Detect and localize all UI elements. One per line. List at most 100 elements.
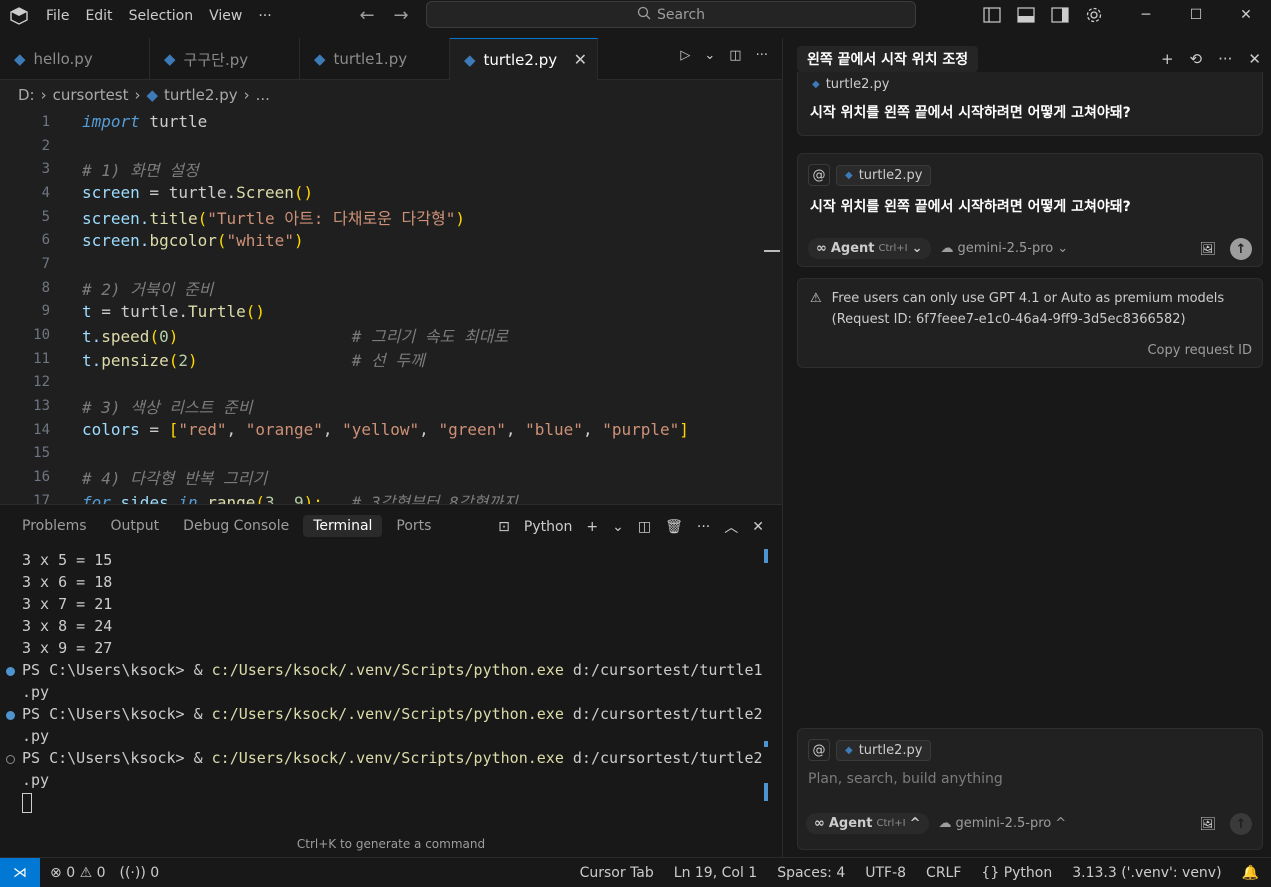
tab-gugudan-py[interactable]: ◆ 구구단.py [150, 38, 300, 80]
tab-turtle2-py[interactable]: ◆ turtle2.py ✕ [450, 38, 598, 80]
close-tab-icon[interactable]: ✕ [574, 50, 587, 69]
image-attach-icon[interactable]: 🖼 [1199, 242, 1216, 257]
back-arrow-icon[interactable]: ← [356, 4, 378, 26]
agent-mode-selector[interactable]: ∞ Agent Ctrl+I ⌄ [808, 238, 931, 259]
breadcrumb-file[interactable]: turtle2.py [164, 86, 238, 104]
line-number: 16 [33, 469, 50, 486]
tab-hello-py[interactable]: ◆ hello.py [0, 38, 150, 80]
image-attach-icon[interactable]: 🖼 [1199, 817, 1216, 832]
code-line: 6 screen.bgcolor("white") [0, 228, 782, 252]
tab-turtle1-py[interactable]: ◆ turtle1.py [300, 38, 450, 80]
toggle-secondary-sidebar-icon[interactable] [1048, 4, 1072, 26]
copy-request-id-button[interactable]: Copy request ID [1147, 343, 1252, 358]
terminal-output[interactable]: 3 x 5 = 15 3 x 6 = 18 3 x 7 = 21 3 x 8 =… [6, 551, 763, 815]
ports-status[interactable]: ((·)) 0 [120, 865, 160, 881]
menu-selection[interactable]: Selection [121, 8, 202, 24]
tab-terminal[interactable]: Terminal [303, 515, 383, 537]
menu-edit[interactable]: Edit [77, 8, 120, 24]
terminal-dropdown-chevron-icon[interactable]: ⌄ [612, 519, 624, 535]
code-line: 12 [0, 371, 782, 395]
send-arrow-up-icon[interactable]: ↑ [1230, 238, 1252, 260]
python-interpreter[interactable]: 3.13.3 ('.venv': venv) [1072, 865, 1221, 881]
forward-arrow-icon[interactable]: → [390, 4, 412, 26]
code-editor[interactable]: 1 import turtle 2 3 # 1) 화면 설정 4 screen = t… [0, 110, 782, 504]
file-context-chip[interactable]: ◆ turtle2.py [808, 77, 893, 92]
tab-debug-console[interactable]: Debug Console [173, 515, 299, 537]
language-label: Python [1003, 864, 1053, 881]
file-context-chip[interactable]: ◆ turtle2.py [836, 739, 932, 761]
code-text: = turtle. [91, 301, 188, 321]
code-variable: screen [82, 183, 140, 203]
chip-label: turtle2.py [858, 167, 923, 183]
model-selector[interactable]: ☁ gemini-2.5-pro ^ [939, 816, 1067, 831]
editor-tabs: ◆ hello.py ◆ 구구단.py ◆ turtle1.py ◆ turtl… [0, 38, 782, 80]
panel-tabs: Problems Output Debug Console Terminal P… [12, 515, 441, 537]
send-arrow-up-icon[interactable]: ↑ [1230, 813, 1252, 835]
toggle-primary-sidebar-icon[interactable] [980, 4, 1004, 26]
more-actions-icon[interactable]: ··· [697, 519, 710, 535]
mention-button[interactable]: @ [808, 739, 830, 761]
terminal-shell-label[interactable]: Python [524, 519, 573, 535]
breadcrumb-more[interactable]: ... [256, 86, 270, 104]
remote-connection-icon[interactable]: ⋊ [0, 857, 40, 887]
close-panel-icon[interactable]: ✕ [752, 519, 764, 535]
command-success-dot-icon[interactable] [6, 667, 15, 676]
comment: # 4) 다각형 반복 그리기 [82, 469, 268, 489]
chat-input-box[interactable]: @ ◆ turtle2.py Plan, search, build anythi… [797, 728, 1263, 850]
history-icon[interactable]: ⟲ [1190, 50, 1203, 68]
cursor-tab-status[interactable]: Cursor Tab [580, 865, 654, 881]
tab-ports[interactable]: Ports [386, 515, 441, 537]
chat-message-edit[interactable]: @ ◆ turtle2.py 시작 위치를 왼쪽 끝에서 시작하려면 어떻게 고쳐… [797, 153, 1263, 267]
language-mode[interactable]: {} Python [981, 865, 1052, 881]
breadcrumb-drive[interactable]: D: [18, 86, 35, 104]
more-actions-icon[interactable]: ··· [1218, 50, 1232, 68]
line-number: 6 [41, 232, 50, 249]
python-file-icon: ◆ [164, 50, 176, 68]
more-actions-icon[interactable]: ··· [756, 48, 768, 63]
code-number: 0 [159, 327, 169, 347]
menu-file[interactable]: File [38, 8, 77, 24]
close-sidebar-icon[interactable]: ✕ [1248, 50, 1261, 68]
settings-gear-icon[interactable] [1082, 4, 1106, 26]
problems-status[interactable]: ⊗ 0 ⚠ 0 [50, 865, 106, 881]
search-box[interactable]: Search [426, 1, 916, 28]
terminal-arg: d:/cursortest/turtle1 [563, 661, 763, 679]
chat-input-placeholder[interactable]: Plan, search, build anything [808, 771, 1003, 787]
python-file-icon: ◆ [14, 50, 26, 68]
run-dropdown-chevron-icon[interactable]: ⌄ [704, 48, 715, 63]
close-window-icon[interactable]: ✕ [1221, 0, 1271, 30]
mention-button[interactable]: @ [808, 164, 830, 186]
chat-title[interactable]: 왼쪽 끝에서 시작 위치 조정 [797, 46, 979, 72]
maximize-panel-chevron-up-icon[interactable]: ︿ [724, 517, 738, 537]
file-context-chip[interactable]: ◆ turtle2.py [836, 164, 932, 186]
terminal-line: 3 x 6 = 18 [22, 573, 113, 591]
kill-terminal-trash-icon[interactable]: 🗑 [665, 519, 683, 535]
command-success-dot-icon[interactable] [6, 711, 15, 720]
maximize-icon[interactable]: ☐ [1171, 0, 1221, 30]
command-running-dot-icon[interactable] [6, 755, 15, 764]
agent-mode-selector[interactable]: ∞ Agent Ctrl+I ^ [806, 813, 929, 834]
menu-more[interactable]: ··· [250, 8, 279, 24]
chat-message-previous[interactable]: ◆ turtle2.py 시작 위치를 왼쪽 끝에서 시작하려면 어떻게 고쳐야돼… [797, 72, 1263, 136]
encoding-status[interactable]: UTF-8 [865, 865, 906, 881]
minimize-icon[interactable]: ─ [1121, 0, 1171, 30]
breadcrumb-folder[interactable]: cursortest [53, 86, 129, 104]
breadcrumb: D: › cursortest › ◆ turtle2.py › ... [18, 86, 270, 104]
run-python-icon[interactable]: ▷ [680, 48, 690, 63]
eol-status[interactable]: CRLF [926, 865, 961, 881]
model-selector[interactable]: ☁ gemini-2.5-pro ⌄ [941, 241, 1069, 256]
new-terminal-plus-icon[interactable]: + [586, 519, 598, 535]
split-terminal-icon[interactable]: ◫ [638, 519, 651, 535]
menu-view[interactable]: View [201, 8, 250, 24]
cursor-position[interactable]: Ln 19, Col 1 [674, 865, 757, 881]
new-chat-plus-icon[interactable]: + [1161, 50, 1174, 68]
indentation-status[interactable]: Spaces: 4 [777, 865, 845, 881]
notifications-bell-icon[interactable]: 🔔 [1242, 865, 1259, 881]
menu-bar: File Edit Selection View ··· [38, 8, 280, 24]
tab-problems[interactable]: Problems [12, 515, 97, 537]
code-line: 3 # 1) 화면 설정 [0, 157, 782, 181]
split-editor-icon[interactable]: ◫ [729, 48, 741, 63]
toggle-panel-icon[interactable] [1014, 4, 1038, 26]
tab-output[interactable]: Output [101, 515, 170, 537]
chevron-down-icon: ⌄ [911, 241, 923, 256]
